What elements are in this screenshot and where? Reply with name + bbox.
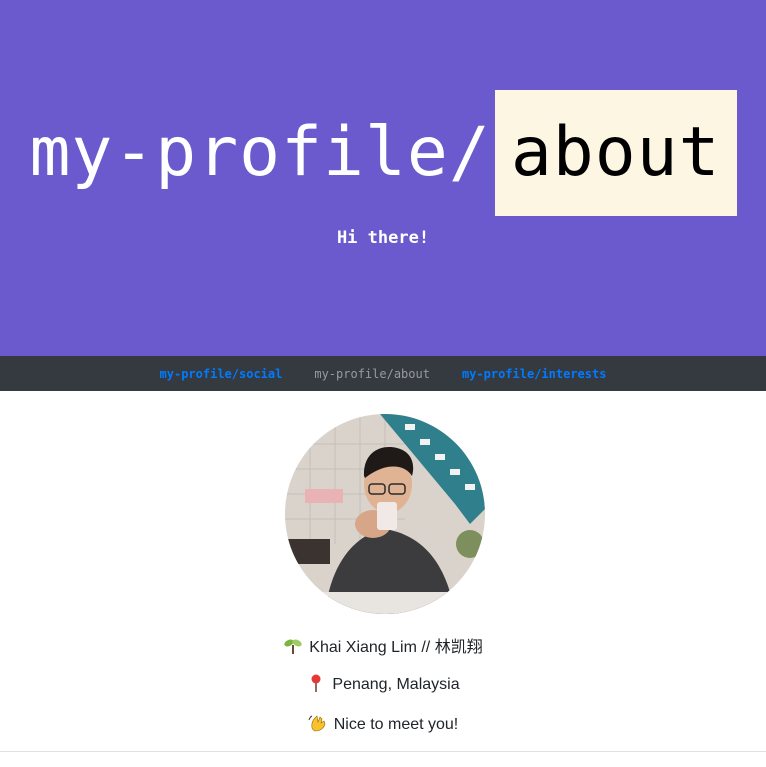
profile-name-line: Khai Xiang Lim // 林凯翔 (0, 633, 766, 657)
nav-link-social[interactable]: my-profile/social (160, 367, 283, 381)
round-pushpin-icon (311, 674, 321, 692)
profile-name: Khai Xiang Lim // 林凯翔 (309, 639, 483, 656)
profile-location-line: Penang, Malaysia (0, 674, 766, 694)
nav-link-about[interactable]: my-profile/about (314, 367, 430, 381)
navbar: my-profile/social my-profile/about my-pr… (0, 356, 766, 391)
nav-link-interests[interactable]: my-profile/interests (462, 367, 607, 381)
subtitle: Hi there! (336, 228, 430, 248)
title-highlight: about (494, 90, 737, 216)
avatar (285, 414, 485, 614)
avatar-photo (285, 414, 485, 614)
footer-divider (0, 751, 766, 752)
title-prefix: my-profile/ (29, 113, 491, 192)
seedling-icon (284, 639, 303, 654)
hero-banner: my-profile/about Hi there! (0, 0, 766, 356)
profile-greeting-line: Nice to meet you! (0, 714, 766, 734)
profile-location: Penang, Malaysia (332, 676, 460, 693)
waving-hand-icon (308, 715, 326, 732)
page-title: my-profile/about (0, 90, 766, 216)
profile-greeting: Nice to meet you! (333, 716, 459, 733)
